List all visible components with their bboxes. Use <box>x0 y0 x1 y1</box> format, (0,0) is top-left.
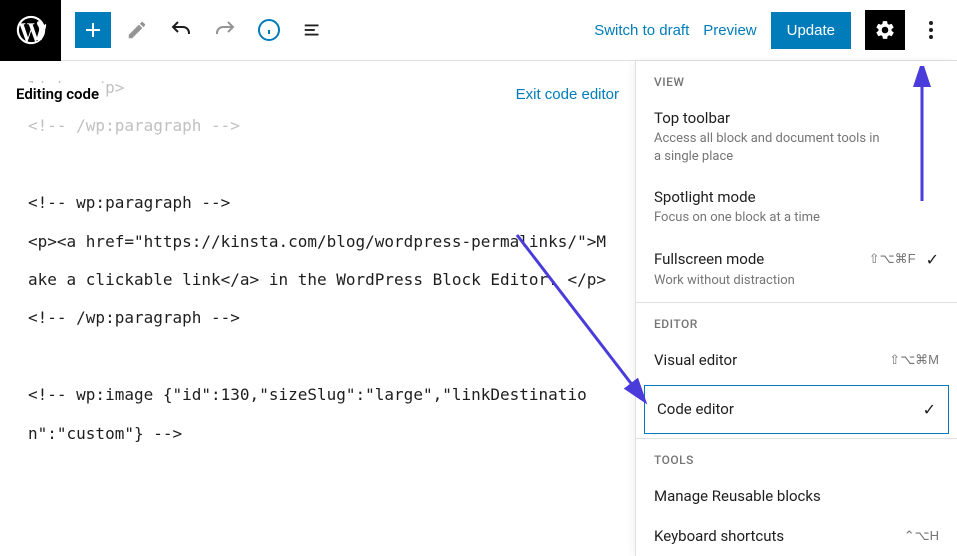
exit-code-editor-button[interactable]: Exit code editor <box>512 84 623 105</box>
top-toolbar: Switch to draft Preview Update <box>0 0 957 61</box>
menu-item-reusable-blocks[interactable]: Manage Reusable blocks <box>636 477 957 517</box>
options-panel: VIEW Top toolbar Access all block and do… <box>635 61 957 556</box>
shortcut-label: ⇧⌥⌘M <box>889 352 939 368</box>
menu-item-code-editor[interactable]: Code editor ✓ <box>644 385 949 434</box>
menu-item-desc: Access all block and document tools in a… <box>654 130 884 166</box>
more-options-button[interactable] <box>919 12 943 48</box>
shortcut-label: ⌃⌥H <box>904 528 939 544</box>
menu-item-title: Manage Reusable blocks <box>654 487 821 505</box>
code-textarea[interactable]: link. </p> <!-- /wp:paragraph --> <!-- w… <box>28 69 607 453</box>
settings-button[interactable] <box>865 10 905 50</box>
menu-item-keyboard-shortcuts[interactable]: Keyboard shortcuts ⌃⌥H <box>636 517 957 556</box>
menu-item-title: Code editor <box>657 400 734 418</box>
menu-item-title: Visual editor <box>654 351 737 369</box>
add-block-button[interactable] <box>75 12 111 48</box>
menu-item-title: Spotlight mode <box>654 188 756 206</box>
left-actions <box>61 12 331 48</box>
check-icon: ✓ <box>923 400 936 419</box>
menu-item-desc: Focus on one block at a time <box>654 209 884 227</box>
right-actions: Switch to draft Preview Update <box>594 10 957 50</box>
editing-code-label: Editing code <box>12 83 103 105</box>
update-button[interactable]: Update <box>771 12 851 49</box>
check-icon: ✓ <box>926 250 939 269</box>
menu-item-title: Top toolbar <box>654 109 730 127</box>
menu-item-spotlight[interactable]: Spotlight mode Focus on one block at a t… <box>636 178 957 239</box>
code-editor-pane: Editing code Exit code editor link. </p>… <box>0 61 635 556</box>
menu-item-fullscreen[interactable]: Fullscreen mode ⇧⌥⌘F ✓ Work without dist… <box>636 240 957 302</box>
content-area: Editing code Exit code editor link. </p>… <box>0 61 957 556</box>
editor-section-label: EDITOR <box>636 303 957 341</box>
undo-icon[interactable] <box>163 12 199 48</box>
menu-item-title: Fullscreen mode <box>654 250 764 268</box>
code-faded-line: <!-- /wp:paragraph --> <box>28 116 240 135</box>
menu-item-top-toolbar[interactable]: Top toolbar Access all block and documen… <box>636 99 957 178</box>
switch-to-draft-button[interactable]: Switch to draft <box>594 22 689 39</box>
menu-item-desc: Work without distraction <box>654 272 884 290</box>
shortcut-label: ⇧⌥⌘F <box>869 251 916 267</box>
wordpress-logo[interactable] <box>0 0 61 61</box>
info-icon[interactable] <box>251 12 287 48</box>
menu-item-title: Keyboard shortcuts <box>654 527 784 545</box>
code-body: <!-- wp:paragraph --> <p><a href="https:… <box>28 193 606 442</box>
tools-section-label: TOOLS <box>636 439 957 477</box>
preview-button[interactable]: Preview <box>703 22 756 39</box>
edit-icon[interactable] <box>119 12 155 48</box>
redo-icon[interactable] <box>207 12 243 48</box>
outline-icon[interactable] <box>295 12 331 48</box>
view-section-label: VIEW <box>636 61 957 99</box>
menu-item-visual-editor[interactable]: Visual editor ⇧⌥⌘M <box>636 341 957 381</box>
